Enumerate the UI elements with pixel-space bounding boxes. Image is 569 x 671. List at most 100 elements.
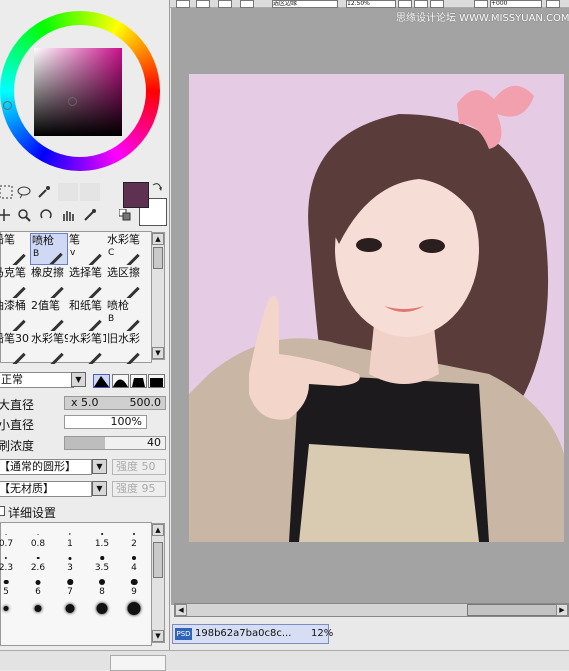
brush-size-0.7[interactable]: 0.7 xyxy=(0,526,22,550)
detail-settings-checkbox[interactable] xyxy=(0,506,5,516)
brush-tool-2-3[interactable]: 喷枪 B xyxy=(106,299,144,331)
brush-tool-1-0[interactable]: 马克笔 xyxy=(0,266,30,298)
brush-shape-select[interactable]: 【通常的圆形】 xyxy=(0,459,92,475)
hand-icon[interactable] xyxy=(58,206,78,224)
brush-shape-soft[interactable] xyxy=(130,374,147,388)
document-zoom: 12% xyxy=(311,628,334,639)
scroll-up-icon[interactable]: ▲ xyxy=(152,524,164,536)
brush-size-5[interactable]: 5 xyxy=(0,574,22,598)
angle-input[interactable]: +000 xyxy=(490,0,542,8)
max-size-multiplier: x 5.0 xyxy=(71,396,99,409)
scroll-thumb[interactable] xyxy=(153,247,163,269)
hue-cursor[interactable] xyxy=(3,101,12,110)
brush-tool-3-0[interactable]: 铅笔30 xyxy=(0,332,30,364)
selection-mode-select[interactable]: 选区边缘 xyxy=(272,0,338,8)
brush-size-large[interactable] xyxy=(54,598,86,622)
brush-size-large[interactable] xyxy=(86,598,118,622)
brush-tool-0-2[interactable]: 笔v xyxy=(68,233,106,265)
brush-size-7[interactable]: 7 xyxy=(54,574,86,598)
max-size-label: 最大直径 xyxy=(0,398,35,412)
brush-grid-scrollbar[interactable]: ▲ ▼ xyxy=(151,232,165,360)
scroll-up-icon[interactable]: ▲ xyxy=(152,233,164,245)
move-icon[interactable] xyxy=(0,206,14,224)
rotate-icon[interactable] xyxy=(36,206,56,224)
texture-value: 【无材质】 xyxy=(0,482,54,495)
magic-wand-icon[interactable] xyxy=(34,183,54,201)
min-size-slider[interactable]: 100% xyxy=(64,415,147,429)
brush-tool-3-3[interactable]: 旧水彩 xyxy=(106,332,144,364)
scroll-right-icon[interactable]: ▶ xyxy=(556,604,568,616)
brush-size-2.3[interactable]: 2.3 xyxy=(0,550,22,574)
saturation-value-square[interactable] xyxy=(34,48,122,136)
scroll-thumb[interactable] xyxy=(153,542,163,578)
brush-size-6[interactable]: 6 xyxy=(22,574,54,598)
brush-shape-medium[interactable] xyxy=(112,374,129,388)
rotate-reset-button[interactable] xyxy=(546,0,560,8)
chevron-down-icon[interactable]: ▼ xyxy=(92,459,107,474)
brush-tool-3-1[interactable]: 水彩笔9版 xyxy=(30,332,68,364)
swap-colors-icon[interactable] xyxy=(150,180,164,194)
blend-mode-select[interactable]: 正常 xyxy=(0,372,74,388)
size-grid-scrollbar[interactable]: ▲ ▼ xyxy=(151,523,165,643)
brush-shape-flat[interactable] xyxy=(148,374,165,388)
scroll-left-icon[interactable]: ◀ xyxy=(175,604,187,616)
brush-size-dot xyxy=(130,578,138,586)
brush-tool-3-2[interactable]: 水彩笔10版 xyxy=(68,332,106,364)
brush-size-8[interactable]: 8 xyxy=(86,574,118,598)
brush-size-large[interactable] xyxy=(118,598,150,622)
eyedropper-icon[interactable] xyxy=(80,206,100,224)
brush-tool-icon xyxy=(50,319,64,331)
canvas-hscrollbar[interactable]: ◀ ▶ xyxy=(174,603,569,617)
zoom-value: 12.50% xyxy=(347,0,370,7)
zoom-input[interactable]: 12.50% xyxy=(346,0,396,8)
zoom-icon[interactable] xyxy=(14,206,34,224)
max-size-slider[interactable]: x 5.0 500.0 xyxy=(64,396,166,410)
brush-size-2.6[interactable]: 2.6 xyxy=(22,550,54,574)
chevron-down-icon[interactable]: ▼ xyxy=(92,481,107,496)
brush-size-large[interactable] xyxy=(0,598,22,622)
scroll-down-icon[interactable]: ▼ xyxy=(152,630,164,642)
brush-tool-1-2[interactable]: 选择笔 xyxy=(68,266,106,298)
brush-size-4[interactable]: 4 xyxy=(118,550,150,574)
foreground-color-swatch[interactable] xyxy=(123,182,149,208)
document-tab[interactable]: PSD 198b62a7ba0c8c... 12% xyxy=(172,624,333,644)
brush-tool-2-2[interactable]: 和纸笔 xyxy=(68,299,106,331)
brush-size-3[interactable]: 3 xyxy=(54,550,86,574)
toolbar-button[interactable] xyxy=(176,0,190,8)
toolbar-button[interactable] xyxy=(240,0,254,8)
brush-size-2[interactable]: 2 xyxy=(118,526,150,550)
brush-tool-1-1[interactable]: 橡皮擦 xyxy=(30,266,68,298)
zoom-in-button[interactable] xyxy=(414,0,428,8)
color-cursor[interactable] xyxy=(68,97,77,106)
brush-size-label: 2.6 xyxy=(30,563,46,573)
brush-shape-sharp[interactable] xyxy=(93,374,110,388)
brush-size-label: 1 xyxy=(67,539,73,549)
density-slider[interactable]: 40 xyxy=(64,436,166,450)
canvas[interactable] xyxy=(189,74,564,542)
scroll-down-icon[interactable]: ▼ xyxy=(152,347,164,359)
brush-size-0.8[interactable]: 0.8 xyxy=(22,526,54,550)
brush-size-1.5[interactable]: 1.5 xyxy=(86,526,118,550)
reset-colors-icon[interactable] xyxy=(118,208,132,222)
lasso-icon[interactable] xyxy=(14,183,34,201)
brush-tool-0-1[interactable]: 喷枪 B xyxy=(30,233,68,265)
zoom-out-button[interactable] xyxy=(398,0,412,8)
toolbar-button[interactable] xyxy=(218,0,232,8)
brush-size-1[interactable]: 1 xyxy=(54,526,86,550)
brush-tool-label: 和纸笔 xyxy=(69,299,102,312)
brush-tool-0-0[interactable]: 铅笔 xyxy=(0,233,30,265)
brush-tool-2-1[interactable]: 2值笔 xyxy=(30,299,68,331)
brush-size-9[interactable]: 9 xyxy=(118,574,150,598)
chevron-down-icon[interactable]: ▼ xyxy=(71,372,86,387)
rotate-button[interactable] xyxy=(474,0,488,8)
brush-size-label: 3 xyxy=(67,563,73,573)
zoom-reset-button[interactable] xyxy=(430,0,444,8)
brush-size-3.5[interactable]: 3.5 xyxy=(86,550,118,574)
toolbar-button[interactable] xyxy=(196,0,210,8)
brush-tool-1-3[interactable]: 选区擦 xyxy=(106,266,144,298)
brush-tool-0-3[interactable]: 水彩笔 C xyxy=(106,233,144,265)
scroll-thumb[interactable] xyxy=(467,604,557,616)
texture-select[interactable]: 【无材质】 xyxy=(0,481,92,497)
brush-size-large[interactable] xyxy=(22,598,54,622)
brush-tool-2-0[interactable]: 油漆桶 xyxy=(0,299,30,331)
